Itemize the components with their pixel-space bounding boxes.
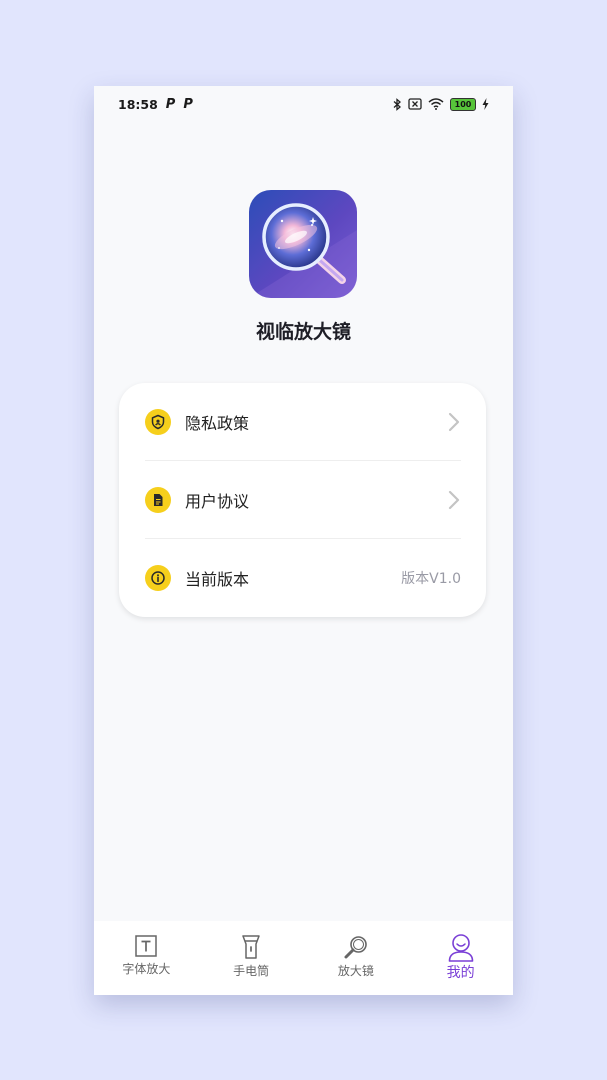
settings-card: 隐私政策 用户协议 当前版本 版本V1.0 <box>119 383 486 617</box>
status-bar: 18:58 P P 100 <box>94 86 513 122</box>
version-value: 版本V1.0 <box>401 571 461 587</box>
app-logo <box>249 190 357 298</box>
notification-p-icon: P <box>165 96 176 112</box>
tab-label: 放大镜 <box>337 964 374 978</box>
tab-mine[interactable]: 我的 <box>408 921 513 995</box>
flashlight-icon <box>242 935 260 959</box>
wifi-icon <box>428 98 444 110</box>
tab-flashlight[interactable]: 手电筒 <box>199 921 304 995</box>
battery-icon: 100 <box>450 97 476 111</box>
shield-icon <box>145 409 171 435</box>
privacy-policy-label: 隐私政策 <box>185 414 250 433</box>
info-icon <box>145 565 171 591</box>
text-icon <box>135 935 158 957</box>
chevron-right-icon <box>448 490 460 510</box>
charging-icon <box>482 98 489 110</box>
sim-off-icon <box>408 98 422 110</box>
status-bar-right: 100 <box>392 97 489 111</box>
user-agreement-label: 用户协议 <box>185 492 250 511</box>
tab-label: 手电筒 <box>233 964 270 978</box>
current-version-row[interactable]: 当前版本 版本V1.0 <box>145 539 461 617</box>
tab-magnifier[interactable]: 放大镜 <box>304 921 409 995</box>
tab-label: 字体放大 <box>122 962 171 976</box>
notification-p-icon: P <box>183 96 193 112</box>
bottom-tab-bar: 字体放大 手电筒 放大镜 我的 <box>94 921 513 995</box>
current-version-label: 当前版本 <box>185 570 250 589</box>
magnifier-icon <box>344 936 367 959</box>
profile-icon <box>448 934 473 962</box>
chevron-right-icon <box>448 412 460 432</box>
status-bar-left: 18:58 P P <box>118 97 193 112</box>
phone-screen: 18:58 P P 100 视临放大镜 隐私政策 用户协议 当前版本 版本V1.… <box>94 86 513 995</box>
privacy-policy-row[interactable]: 隐私政策 <box>145 383 461 461</box>
app-name: 视临放大镜 <box>255 321 351 343</box>
user-agreement-row[interactable]: 用户协议 <box>145 461 461 539</box>
clock: 18:58 <box>118 96 158 112</box>
document-icon <box>145 487 171 513</box>
tab-font-enlarge[interactable]: 字体放大 <box>94 921 199 995</box>
magnifier-galaxy-icon <box>249 190 357 298</box>
tab-label: 我的 <box>446 965 475 981</box>
bluetooth-icon <box>393 97 401 111</box>
